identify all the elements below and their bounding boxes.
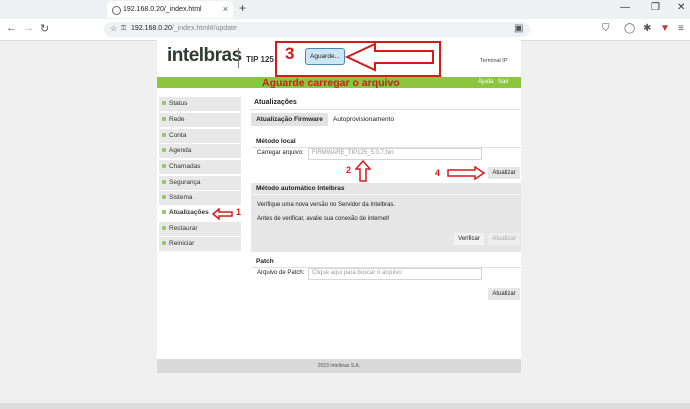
globe-icon: [112, 6, 121, 15]
browser-tab[interactable]: 192.168.0.20/_index.html ×: [107, 1, 233, 18]
firmware-file-input[interactable]: FIRMWARE_TIP125_5.0.7.bin: [308, 148, 482, 160]
close-window-button[interactable]: ✕: [677, 2, 685, 13]
logout-link[interactable]: Sair: [498, 79, 509, 85]
local-method-title: Método local: [256, 138, 296, 145]
sidebar-item-reiniciar[interactable]: Reiniciar: [159, 237, 241, 251]
annotation-number-3: 3: [285, 44, 295, 63]
tab-firmware[interactable]: Atualização Firmware: [251, 113, 328, 126]
tab-title: 192.168.0.20/_index.html: [123, 6, 202, 13]
annotation-number-2: 2: [346, 165, 352, 175]
sidebar-item-rede[interactable]: Rede: [159, 113, 241, 127]
logo-divider: [238, 48, 239, 68]
close-tab-icon[interactable]: ×: [223, 4, 228, 14]
url-host: 192.168.0.20: [131, 25, 172, 32]
bullet-icon: [162, 180, 166, 184]
screenshot-icon[interactable]: ▣: [514, 23, 523, 34]
tab-autoprovisionamento[interactable]: Autoprovisionamento: [333, 113, 403, 126]
intelbras-logo: intelbras: [167, 45, 242, 66]
annotation-number-4: 4: [435, 168, 441, 178]
bullet-icon: [162, 226, 166, 230]
sidebar-item-chamadas[interactable]: Chamadas: [159, 160, 241, 174]
auto-info-line2: Antes de verificar, avalie sua conexão d…: [257, 216, 390, 222]
page-footer: 2023 Intelbras S.A.: [157, 359, 521, 373]
account-icon[interactable]: ◯: [624, 23, 635, 34]
page-title: Atualizações: [254, 99, 297, 106]
address-bar[interactable]: ☆ ⚿ 192.168.0.20/_index.html#/update: [104, 22, 530, 37]
model-name: TIP 125: [246, 55, 274, 64]
annotation-number-1: 1: [236, 207, 242, 217]
annotation-arrow-1: [212, 208, 233, 220]
maximize-button[interactable]: ❐: [651, 2, 660, 13]
bullet-icon: [162, 117, 166, 121]
patch-file-label: Arquivo de Patch:: [257, 270, 305, 276]
bullet-icon: [162, 148, 166, 152]
bullet-icon: [162, 101, 166, 105]
aguarde-button[interactable]: Aguarde...: [305, 48, 345, 65]
pocket-icon[interactable]: ▼: [660, 23, 670, 34]
title-divider: [250, 109, 520, 110]
local-update-button[interactable]: Atualizar: [488, 167, 520, 179]
minimize-button[interactable]: —: [620, 2, 630, 13]
annotation-arrow-4: [447, 166, 485, 180]
extensions-icon[interactable]: ✱: [643, 23, 651, 34]
window-bottom-edge: [0, 403, 690, 409]
section-divider: [251, 194, 521, 195]
auto-method-title: Método automático Intelbras: [256, 185, 345, 192]
back-button[interactable]: ←: [6, 22, 17, 34]
reload-button[interactable]: ↻: [40, 22, 49, 35]
annotation-arrow-3: [345, 42, 434, 72]
patch-update-button[interactable]: Atualizar: [488, 288, 520, 300]
annotation-arrow-2: [355, 160, 371, 182]
url-path: /_index.html#/update: [171, 25, 237, 32]
terminal-ip-label: Terminal IP: [480, 58, 508, 64]
upload-file-label: Carregar arquivo:: [257, 150, 304, 156]
verify-button[interactable]: Verificar: [454, 233, 484, 245]
help-link[interactable]: Ajuda: [478, 79, 493, 85]
sidebar-item-agenda[interactable]: Agenda: [159, 144, 241, 158]
sidebar-item-restaurar[interactable]: Restaurar: [159, 222, 241, 236]
forward-button[interactable]: →: [23, 22, 34, 34]
sidebar-menu: Status Rede Conta Agenda Chamadas Segura…: [159, 97, 241, 253]
sidebar-item-conta[interactable]: Conta: [159, 129, 241, 143]
patch-file-input[interactable]: Clique aqui para buscar o arquivo: [308, 268, 482, 280]
patch-file-placeholder: Clique aqui para buscar o arquivo: [312, 270, 402, 276]
firmware-file-value: FIRMWARE_TIP125_5.0.7.bin: [312, 150, 394, 156]
sidebar-item-seguranca[interactable]: Segurança: [159, 176, 241, 190]
menu-icon[interactable]: ≡: [678, 23, 684, 34]
site-info-icon[interactable]: ⚿: [121, 25, 126, 33]
patch-title: Patch: [256, 258, 274, 265]
bullet-icon: [162, 133, 166, 137]
browser-tab-strip: [0, 0, 690, 19]
star-icon[interactable]: ☆: [110, 24, 117, 33]
bullet-icon: [162, 195, 166, 199]
shield-icon[interactable]: ⛉: [602, 23, 610, 34]
bullet-icon: [162, 164, 166, 168]
auto-update-button[interactable]: Atualizar: [488, 233, 520, 245]
sidebar-item-status[interactable]: Status: [159, 97, 241, 111]
auto-info-line1: Verifique uma nova versão no Servidor da…: [257, 202, 396, 208]
new-tab-button[interactable]: +: [239, 1, 246, 15]
annotation-message: Aguarde carregar o arquivo: [262, 77, 400, 89]
bullet-icon: [162, 241, 166, 245]
sidebar-item-sistema[interactable]: Sistema: [159, 191, 241, 205]
bullet-icon: [162, 210, 166, 214]
